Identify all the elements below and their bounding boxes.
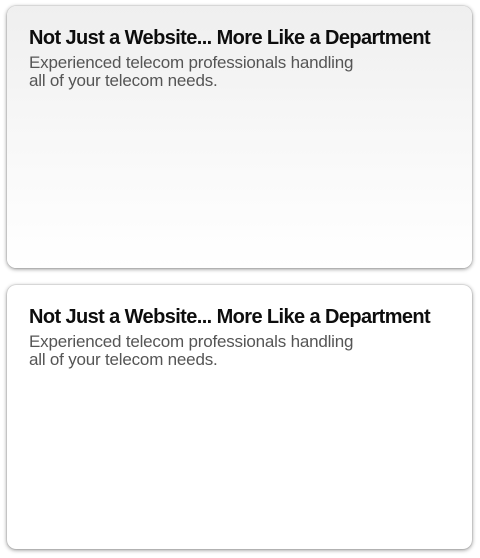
card-description: Experienced telecom professionals handli… bbox=[29, 54, 409, 90]
card-description: Experienced telecom professionals handli… bbox=[29, 333, 409, 369]
card-title: Not Just a Website... More Like a Depart… bbox=[29, 306, 431, 328]
card-title: Not Just a Website... More Like a Depart… bbox=[29, 27, 431, 49]
info-card-plain: Not Just a Website... More Like a Depart… bbox=[7, 285, 472, 549]
card-description-line-2: all of your telecom needs. bbox=[29, 350, 218, 369]
info-card-gradient: Not Just a Website... More Like a Depart… bbox=[7, 6, 472, 268]
card-description-line-1: Experienced telecom professionals handli… bbox=[29, 53, 354, 72]
card-description-line-1: Experienced telecom professionals handli… bbox=[29, 332, 354, 351]
card-description-line-2: all of your telecom needs. bbox=[29, 71, 218, 90]
